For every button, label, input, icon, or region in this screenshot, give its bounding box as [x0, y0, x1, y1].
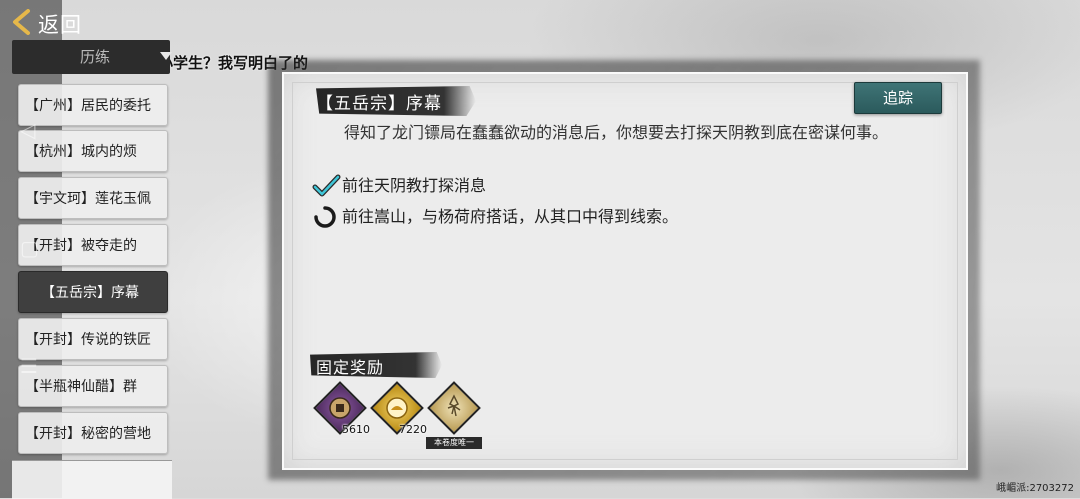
rewards-label: 固定奖励: [316, 358, 385, 377]
quest-list-item[interactable]: 【杭州】城内的烦: [18, 130, 168, 172]
coin-glyph-icon: [329, 397, 351, 419]
chevron-down-icon[interactable]: [160, 52, 172, 60]
reward-item[interactable]: 7220: [369, 380, 427, 436]
reward-count: 5610: [342, 423, 370, 436]
quest-description: 得知了龙门镖局在蠢蠢欲动的消息后，你想要去打探天阴教到底在密谋何事。: [344, 123, 889, 142]
quest-list-item[interactable]: 【半瓶神仙醋】群: [18, 365, 168, 407]
quest-list-item[interactable]: 【广州】居民的委托: [18, 84, 168, 126]
gold-ingot-icon: [386, 397, 408, 419]
reward-count: 7220: [399, 423, 427, 436]
back-button[interactable]: 返回: [38, 9, 82, 39]
quest-list-item[interactable]: 【开封】传说的铁匠: [18, 318, 168, 360]
objective-text: 前往嵩山，与杨荷府搭话，从其口中得到线索。: [342, 207, 679, 226]
category-label: 历练: [80, 48, 111, 66]
nav-home-icon[interactable]: ▢: [20, 236, 39, 260]
category-tab[interactable]: 历练: [12, 40, 172, 74]
reward-item[interactable]: 5610: [312, 380, 370, 436]
check-icon: [312, 174, 341, 197]
reward-unique-tag: 本卷度唯一: [426, 437, 482, 449]
back-chevron-icon[interactable]: [10, 9, 32, 35]
reward-item[interactable]: [426, 380, 482, 436]
progress-ring-icon: [314, 206, 336, 228]
quest-list-item[interactable]: 【开封】被夺走的: [18, 224, 168, 266]
objective-text: 前往天阴教打探消息: [342, 176, 487, 195]
watermark: 峨嵋派:2703272: [996, 483, 1074, 494]
sidebar-footer: [12, 460, 172, 499]
quest-list-item[interactable]: 【宇文珂】莲花玉佩: [18, 177, 168, 219]
quest-list-item-selected[interactable]: 【五岳宗】序幕: [18, 271, 168, 313]
track-button[interactable]: 追踪: [854, 82, 942, 114]
nav-back-icon[interactable]: ◁: [20, 118, 35, 142]
quest-list-sidebar: 历练 【广州】居民的委托 【杭州】城内的烦 【宇文珂】莲花玉佩 【开封】被夺走的…: [10, 40, 172, 499]
quest-list-item[interactable]: 【开封】秘密的营地: [18, 412, 168, 454]
figure-sketch-icon: [447, 394, 461, 417]
quest-title: 【五岳宗】序幕: [316, 94, 442, 114]
nav-menu-icon[interactable]: ☰: [20, 354, 38, 378]
top-bar: 返回: [0, 0, 230, 44]
